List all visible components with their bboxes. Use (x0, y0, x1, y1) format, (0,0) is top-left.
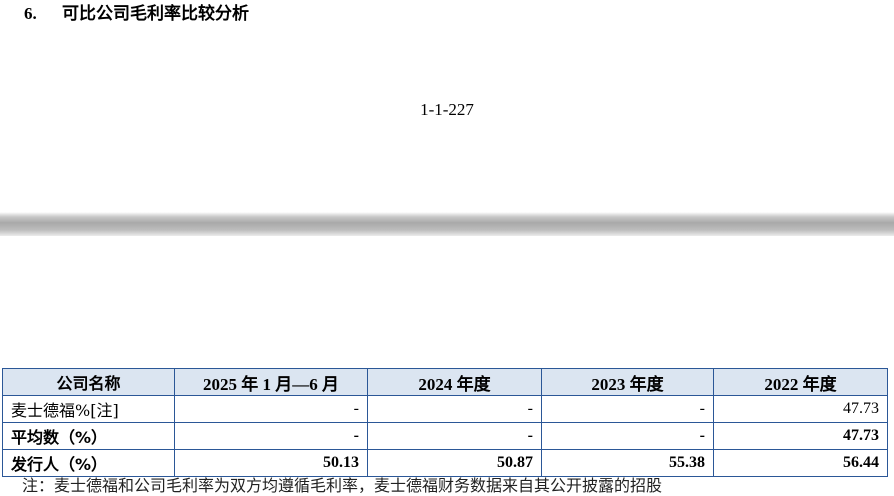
table-cell: 56.44 (713, 449, 888, 477)
row-label: 发行人（%） (2, 449, 175, 477)
table-cell: - (367, 422, 542, 450)
row-label: 平均数（%） (2, 422, 175, 450)
table-cell: 55.38 (541, 449, 714, 477)
header-year-2022: 2022 年度 (713, 368, 888, 396)
section-number: 6. (24, 4, 37, 23)
header-year-2023: 2023 年度 (541, 368, 714, 396)
header-year-2024: 2024 年度 (367, 368, 542, 396)
table-row: 麦士德福%[注] - - - 47.73 (2, 395, 888, 423)
page-number: 1-1-227 (420, 100, 474, 119)
table-cell: - (541, 422, 714, 450)
row-label: 麦士德福%[注] (2, 395, 175, 423)
table-header-row: 公司名称 2025 年 1 月—6 月 2024 年度 2023 年度 2022… (2, 368, 888, 396)
table-cell: - (174, 422, 368, 450)
gross-margin-table: 公司名称 2025 年 1 月—6 月 2024 年度 2023 年度 2022… (2, 368, 888, 477)
table-cell: - (174, 395, 368, 423)
table-cell: 47.73 (713, 422, 888, 450)
table-row: 平均数（%） - - - 47.73 (2, 422, 888, 450)
header-period-2025h1: 2025 年 1 月—6 月 (174, 368, 368, 396)
table-cell: - (367, 395, 542, 423)
section-heading: 6. 可比公司毛利率比较分析 (24, 0, 249, 28)
page-separator (0, 212, 894, 236)
header-company-name: 公司名称 (2, 368, 175, 396)
table-cell: - (541, 395, 714, 423)
section-title: 可比公司毛利率比较分析 (62, 4, 249, 24)
table-cell: 50.87 (367, 449, 542, 477)
table-footnote: 注：麦士德福和公司毛利率为双方均遵循毛利率，麦士德福财务数据来自其公开披露的招股 (22, 476, 663, 495)
table-cell: 47.73 (713, 395, 888, 423)
table-row: 发行人（%） 50.13 50.87 55.38 56.44 (2, 449, 888, 477)
table-cell: 50.13 (174, 449, 368, 477)
